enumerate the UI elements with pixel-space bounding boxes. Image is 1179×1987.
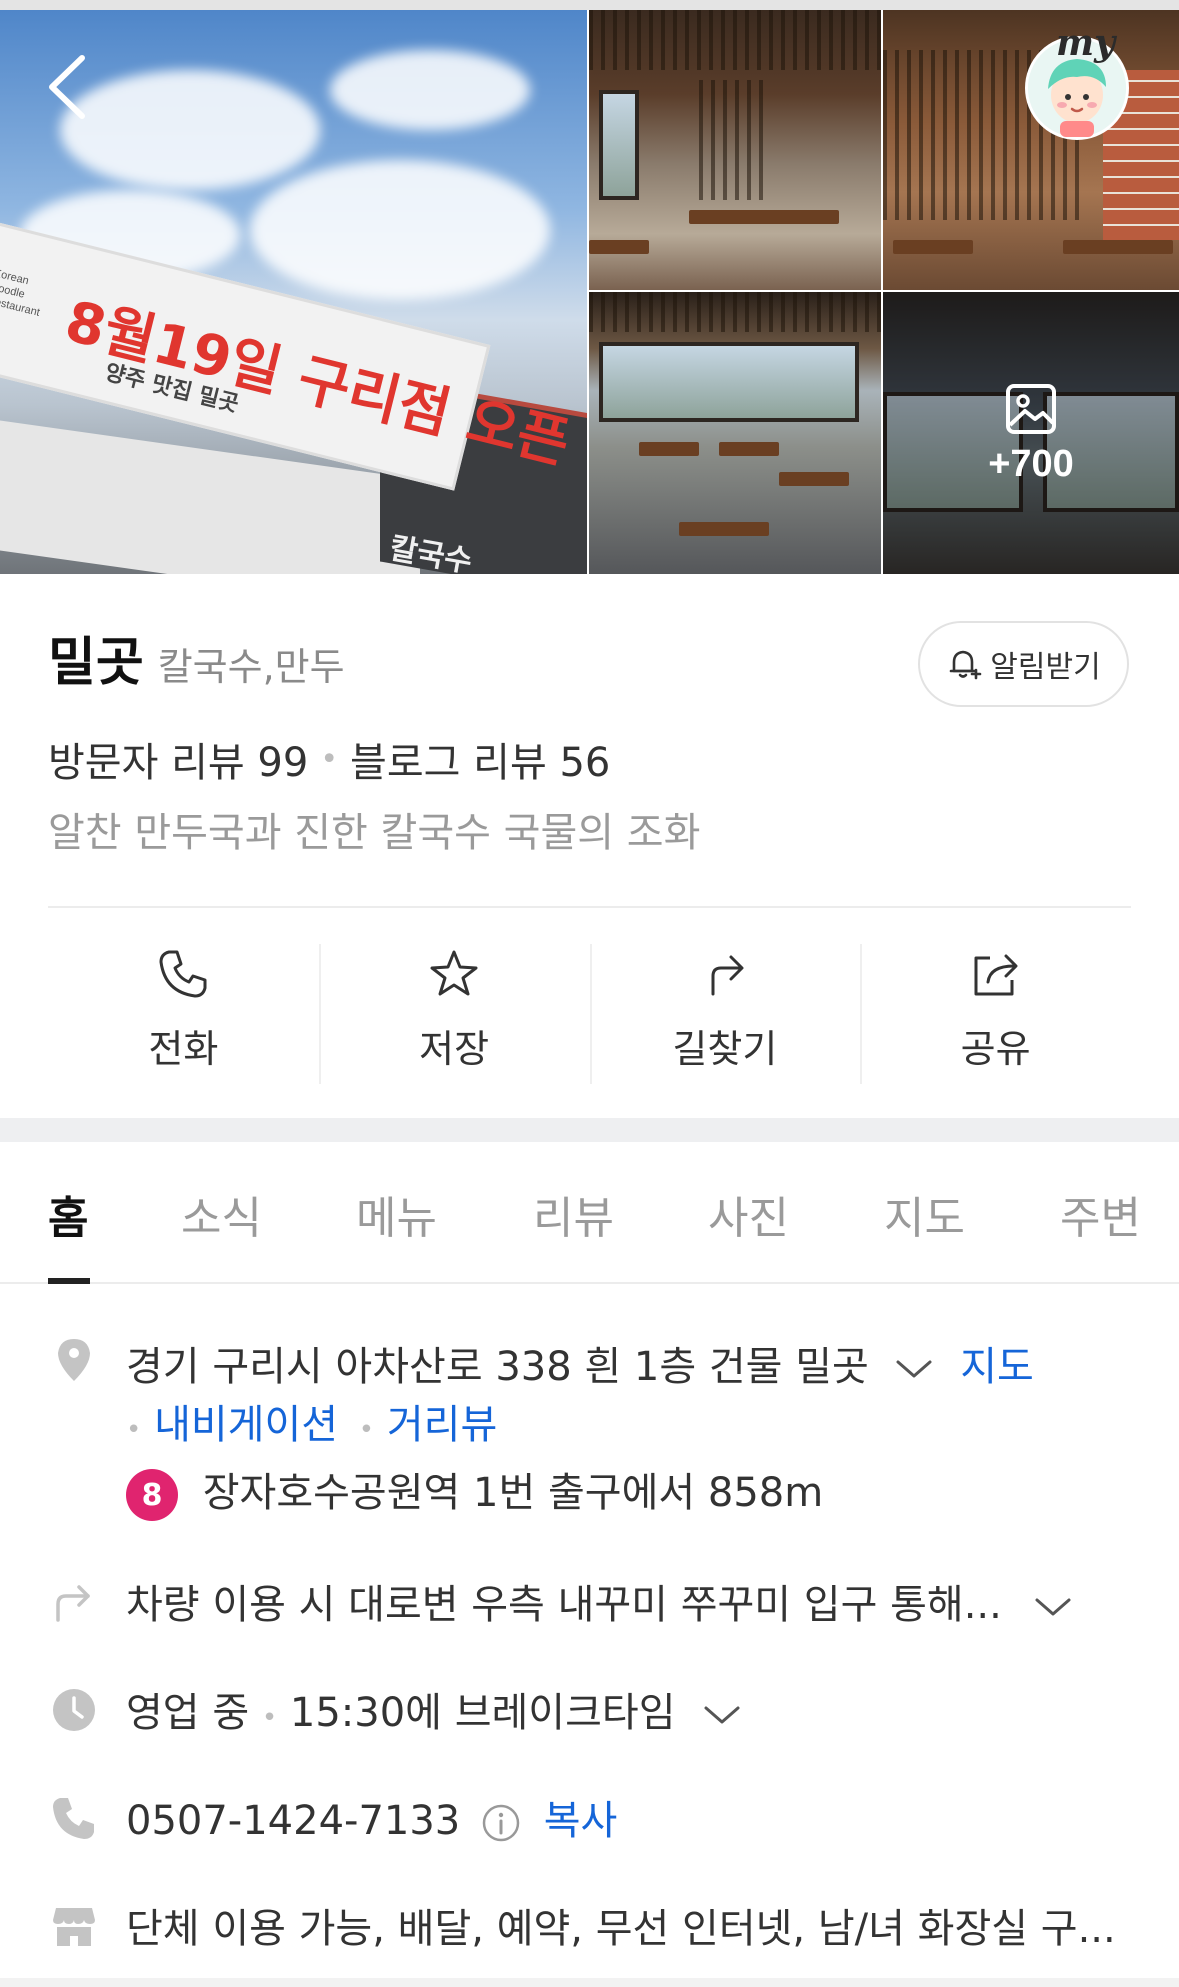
- divider: [48, 906, 1131, 908]
- clock-icon: [53, 1689, 95, 1731]
- call-button[interactable]: 전화: [48, 940, 319, 1086]
- address-row: 경기 구리시 아차산로 338 흰 1층 건물 밀곳 지도: [126, 1334, 1034, 1392]
- bell-plus-icon: [949, 650, 982, 680]
- tab-map[interactable]: 지도: [884, 1182, 965, 1246]
- tab-news[interactable]: 소식: [181, 1182, 262, 1246]
- place-name: 밀곳: [48, 633, 144, 693]
- tab-photos[interactable]: 사진: [708, 1182, 789, 1246]
- visitor-review-link[interactable]: 방문자 리뷰 99: [48, 730, 308, 788]
- map-link[interactable]: 지도: [960, 1344, 1034, 1390]
- info-icon[interactable]: [481, 1803, 521, 1843]
- directions-text: 차량 이용 시 대로변 우측 내꾸미 쭈꾸미 입구 통해...: [126, 1582, 1002, 1628]
- gallery-photo-1[interactable]: [589, 10, 881, 290]
- tab-active-indicator: [48, 1278, 90, 1284]
- copy-phone-button[interactable]: 복사: [544, 1798, 618, 1844]
- separator-dot: •: [358, 1415, 375, 1445]
- store-icon: [53, 1908, 95, 1946]
- hours-row[interactable]: 영업 중 • 15:30에 브레이크타임: [126, 1680, 742, 1738]
- share-icon: [974, 954, 1018, 996]
- location-pin-icon: [58, 1339, 90, 1381]
- chevron-down-icon[interactable]: [894, 1357, 934, 1381]
- status-divider: [0, 0, 1179, 10]
- subway-line-badge: 8: [126, 1469, 178, 1521]
- directions-label: 길찾기: [672, 1027, 778, 1071]
- streetview-link[interactable]: 거리뷰: [387, 1402, 497, 1448]
- phone-number[interactable]: 0507-1424-7133: [126, 1798, 460, 1844]
- gallery-photo-3[interactable]: [589, 292, 881, 574]
- amenities-row[interactable]: 단체 이용 가능, 배달, 예약, 무선 인터넷, 남/녀 화장실 구...: [126, 1896, 1116, 1954]
- separator-dot: •: [126, 1415, 142, 1445]
- star-icon: [430, 950, 478, 996]
- save-button[interactable]: 저장: [318, 940, 590, 1086]
- directions-row[interactable]: 차량 이용 시 대로변 우측 내꾸미 쭈꾸미 입구 통해...: [126, 1572, 1073, 1630]
- place-title-row: 밀곳 칼국수,만두: [48, 620, 345, 695]
- image-icon: [1006, 383, 1056, 434]
- navigation-link[interactable]: 내비게이션: [154, 1402, 338, 1448]
- share-button[interactable]: 공유: [860, 940, 1131, 1086]
- amenities-text: 단체 이용 가능, 배달, 예약, 무선 인터넷, 남/녀 화장실 구...: [126, 1906, 1116, 1952]
- more-photos-overlay[interactable]: +700: [883, 292, 1179, 574]
- business-status: 영업 중: [126, 1690, 250, 1736]
- share-label: 공유: [960, 1027, 1031, 1071]
- phone-icon: [53, 1798, 94, 1839]
- tab-nearby[interactable]: 주변: [1060, 1182, 1141, 1246]
- directions-button[interactable]: 길찾기: [589, 940, 861, 1086]
- blog-review-link[interactable]: 블로그 리뷰 56: [350, 730, 610, 788]
- action-bar: 전화 저장 길찾기 공유: [48, 940, 1131, 1086]
- separator-dot: •: [261, 1703, 278, 1733]
- tab-menu[interactable]: 메뉴: [356, 1182, 437, 1246]
- save-label: 저장: [419, 1027, 490, 1071]
- directions-icon: [56, 1585, 90, 1622]
- banner-tag: Korean Noodle Restaurant: [0, 267, 42, 319]
- phone-row: 0507-1424-7133 복사: [126, 1788, 617, 1846]
- chevron-down-icon[interactable]: [1033, 1595, 1073, 1619]
- tab-divider: [0, 1282, 1179, 1284]
- subway-row: 8 장자호수공원역 1번 출구에서 858m: [126, 1460, 823, 1521]
- back-icon[interactable]: [44, 52, 92, 122]
- photo-gallery: Korean Noodle Restaurant 8월19일 구리점 오픈 양주…: [0, 0, 1179, 574]
- navigation-links-row: • 내비게이션 • 거리뷰: [126, 1392, 497, 1450]
- my-label: my: [1056, 22, 1116, 64]
- phone-icon: [159, 950, 207, 998]
- address-text: 경기 구리시 아차산로 338 흰 1층 건물 밀곳: [126, 1344, 869, 1390]
- place-category: 칼국수,만두: [157, 645, 345, 689]
- tab-home[interactable]: 홈: [48, 1182, 88, 1246]
- separator-dot: •: [320, 741, 339, 777]
- more-photos-count: +700: [988, 442, 1074, 485]
- tab-reviews[interactable]: 리뷰: [533, 1182, 614, 1246]
- notification-label: 알림받기: [990, 650, 1101, 685]
- subway-text: 장자호수공원역 1번 출구에서 858m: [202, 1470, 824, 1516]
- tab-bar: 홈 소식 메뉴 리뷰 사진 지도 주변: [0, 1142, 1179, 1284]
- hours-text: 15:30에 브레이크타임: [289, 1690, 676, 1736]
- notification-button[interactable]: 알림받기: [918, 621, 1129, 707]
- section-gap: [0, 1118, 1179, 1142]
- bottom-divider: [0, 1978, 1179, 1987]
- call-label: 전화: [148, 1027, 219, 1071]
- directions-icon: [711, 955, 744, 996]
- review-summary: 방문자 리뷰 99 • 블로그 리뷰 56: [48, 730, 610, 788]
- place-description: 알찬 만두국과 진한 칼국수 국물의 조화: [48, 810, 701, 856]
- chevron-down-icon[interactable]: [702, 1703, 742, 1727]
